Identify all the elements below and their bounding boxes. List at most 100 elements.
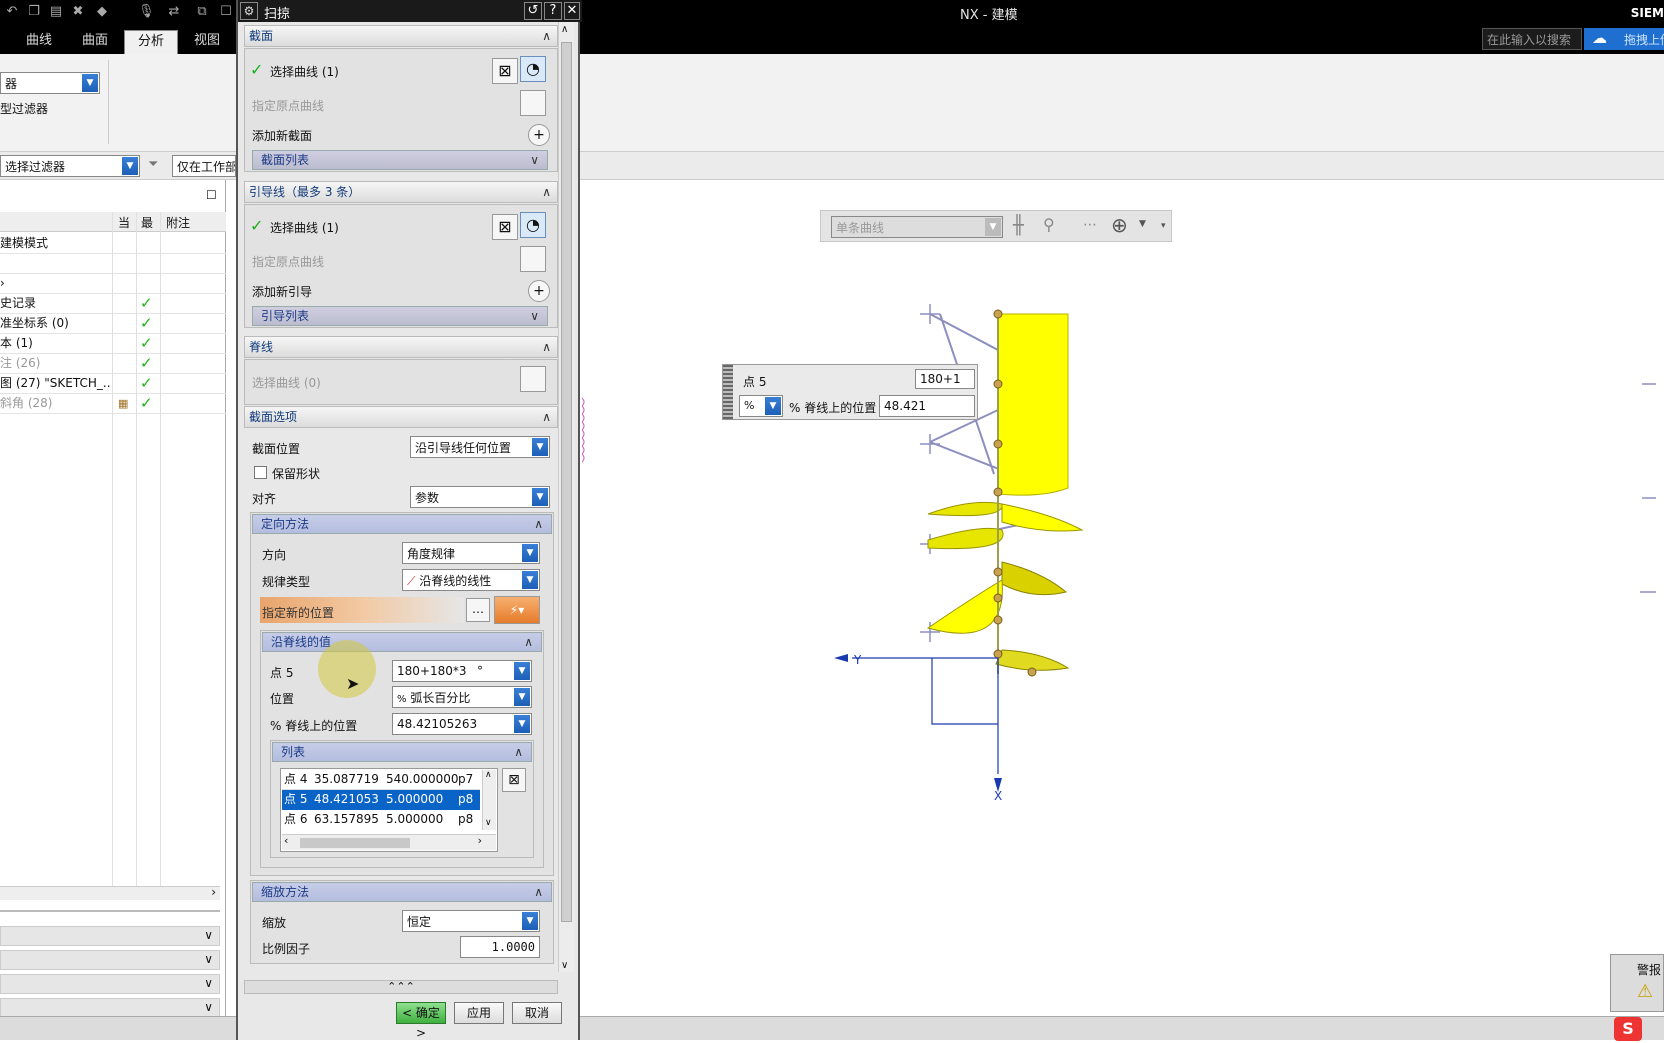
gear-icon[interactable]: ⚙: [240, 2, 258, 20]
orientation-header[interactable]: 定向方法 ∧: [252, 514, 552, 534]
curve-select-icon[interactable]: ◔: [520, 212, 546, 238]
list-row[interactable]: 点 6 63.157895 5.000000 p8: [282, 810, 480, 830]
undo-icon[interactable]: ↶: [4, 4, 20, 20]
column-notes[interactable]: 附注: [166, 214, 190, 231]
origin-curve-icon[interactable]: [520, 90, 546, 116]
remove-point-icon[interactable]: ⊠: [502, 768, 526, 792]
percent-along-spine-input[interactable]: 48.42105263 ▼: [392, 713, 532, 735]
curve-rule-combo[interactable]: 单条曲线 ▼: [831, 216, 1003, 238]
cloud-upload-button[interactable]: ☁ 拖拽上传: [1584, 28, 1664, 50]
handshake-icon[interactable]: ⇄: [166, 4, 182, 20]
intersection-icon[interactable]: ╫: [1013, 215, 1024, 236]
apply-button[interactable]: 应用: [454, 1002, 504, 1024]
splitter[interactable]: [0, 910, 220, 912]
deselect-icon[interactable]: ⊠: [492, 214, 518, 240]
work-part-combo[interactable]: 仅在工作部件: [172, 155, 236, 177]
scaling-header[interactable]: 缩放方法 ∧: [252, 882, 552, 902]
microphone-icon[interactable]: 🎙: [138, 4, 155, 20]
collapsed-panel[interactable]: ∨: [0, 998, 220, 1018]
collapsed-panel[interactable]: ∨: [0, 926, 220, 946]
close-icon[interactable]: ✕: [564, 2, 580, 20]
snap-point-icon[interactable]: ⊕: [1111, 213, 1128, 237]
spine-curve-icon[interactable]: [520, 366, 546, 392]
window-single-icon[interactable]: ☐: [218, 4, 234, 20]
collapsed-panel[interactable]: ∨: [0, 950, 220, 970]
add-section-icon[interactable]: +: [528, 124, 550, 146]
guide-select-curve[interactable]: 选择曲线 (1): [270, 219, 339, 236]
drag-handle[interactable]: [723, 365, 733, 419]
window-icon[interactable]: ⧉: [194, 4, 210, 20]
navigator-row[interactable]: ›: [0, 274, 226, 294]
list-hscrollbar[interactable]: ‹ ›: [282, 834, 496, 850]
horizontal-scrollbar[interactable]: ›: [0, 885, 220, 900]
navigator-row[interactable]: 斜角 (28) ▦ ✓: [0, 394, 226, 414]
tab-curve[interactable]: 曲线: [14, 30, 64, 54]
curve-select-icon[interactable]: ◔: [520, 56, 546, 82]
ok-button[interactable]: < 确定 >: [396, 1002, 446, 1040]
scale-factor-input[interactable]: 1.0000: [460, 936, 540, 958]
navigator-row[interactable]: 准坐标系 (0) ✓: [0, 314, 226, 334]
profile-select-curve[interactable]: 选择曲线 (1): [270, 63, 339, 80]
navigator-row[interactable]: 图 (27) "SKETCH_... ✓: [0, 374, 226, 394]
alert-panel[interactable]: 警报 ⚠: [1610, 954, 1664, 1012]
align-combo[interactable]: 参数 ▼: [410, 486, 550, 508]
guide-list-header[interactable]: 引导列表 ∨: [252, 306, 548, 326]
list-row-selected[interactable]: 点 5 48.421053 5.000000 p8: [282, 790, 480, 810]
preserve-shape-checkbox[interactable]: [254, 466, 267, 479]
delete-icon[interactable]: ✖: [70, 4, 86, 20]
popup-percent-input[interactable]: 48.421: [879, 395, 975, 417]
more-icon[interactable]: ⋯: [1083, 217, 1097, 233]
help-icon[interactable]: ?: [544, 2, 562, 20]
eraser-icon[interactable]: ◆: [94, 4, 110, 20]
navigator-row[interactable]: 注 (26) ✓: [0, 354, 226, 374]
section-options-header[interactable]: 截面选项 ∧: [244, 406, 558, 428]
maximize-icon[interactable]: ☐: [206, 188, 217, 202]
spine-values-header[interactable]: 沿脊线的值 ∧: [262, 632, 542, 652]
section-spine-header[interactable]: 脊线 ∧: [244, 336, 558, 358]
list-vscrollbar[interactable]: ∧ ∨: [482, 770, 496, 830]
navigator-row[interactable]: [0, 254, 226, 274]
navigator-row[interactable]: 本 (1) ✓: [0, 334, 226, 354]
model-view[interactable]: Y X: [582, 180, 1664, 1016]
location-combo[interactable]: % 弧长百分比 ▼: [392, 686, 532, 708]
copy-icon[interactable]: ❐: [26, 4, 42, 20]
reset-icon[interactable]: ↺: [524, 2, 542, 20]
scale-combo[interactable]: 恒定 ▼: [402, 910, 540, 932]
tab-view[interactable]: 视图: [182, 30, 232, 54]
navigator-row[interactable]: 史记录 ✓: [0, 294, 226, 314]
inferred-point-icon[interactable]: ⚡▾: [494, 596, 540, 624]
paste-icon[interactable]: ▤: [48, 4, 64, 20]
dialog-scrollbar[interactable]: ∧ ∨: [558, 22, 574, 972]
popup-location-combo[interactable]: % ▼: [739, 395, 783, 417]
popup-point-input[interactable]: 180+1: [915, 369, 975, 389]
tab-analysis[interactable]: 分析: [124, 30, 178, 54]
input-method-icon[interactable]: S: [1614, 1017, 1642, 1041]
toolbar-options-icon[interactable]: ▾: [1161, 221, 1166, 231]
dialog-title-bar[interactable]: ⚙ 扫掠 ↺ ? ✕: [238, 0, 582, 22]
column-latest[interactable]: 最: [141, 214, 153, 231]
chevron-down-icon[interactable]: ▼: [1139, 219, 1146, 229]
search-input[interactable]: 在此输入以搜索: [1482, 28, 1582, 50]
column-current[interactable]: 当: [118, 214, 130, 231]
stop-at-intersection-icon[interactable]: ⚲: [1043, 215, 1055, 234]
tab-surface[interactable]: 曲面: [70, 30, 120, 54]
navigator-row[interactable]: 建模模式: [0, 234, 226, 254]
section-position-combo[interactable]: 沿引导线任何位置 ▼: [410, 436, 550, 458]
filter-combo[interactable]: 器 ▼: [0, 72, 100, 94]
list-header[interactable]: 列表 ∧: [272, 742, 532, 762]
origin-curve-icon[interactable]: [520, 246, 546, 272]
list-row[interactable]: 点 4 35.087719 540.000000 p7: [282, 770, 480, 790]
profile-list-header[interactable]: 截面列表 ∨: [252, 150, 548, 170]
point-dialog-icon[interactable]: …: [466, 598, 490, 622]
direction-combo[interactable]: 角度规律 ▼: [402, 542, 540, 564]
select-filter-combo[interactable]: 选择过滤器 ▼: [0, 155, 140, 177]
expand-more-icon[interactable]: ⌃⌃⌃: [244, 980, 558, 994]
deselect-icon[interactable]: ⊠: [492, 58, 518, 84]
collapsed-panel[interactable]: ∨: [0, 974, 220, 994]
filter-funnel-icon[interactable]: ⏷: [148, 157, 158, 172]
point-value-input[interactable]: 180+180*3 ° ▼: [392, 660, 532, 682]
cancel-button[interactable]: 取消: [512, 1002, 562, 1024]
add-guide-icon[interactable]: +: [528, 280, 550, 302]
section-profile-header[interactable]: 截面 ∧: [244, 25, 558, 47]
law-type-combo[interactable]: ⟋ 沿脊线的线性 ▼: [402, 569, 540, 591]
